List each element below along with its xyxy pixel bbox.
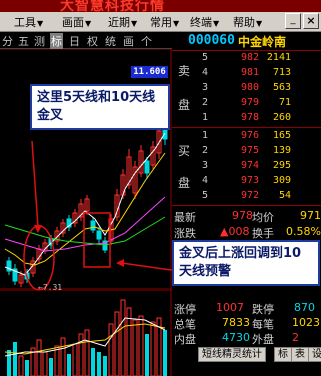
total-trades-value: 7833 — [222, 316, 250, 329]
limit-up-value: 1007 — [216, 301, 244, 314]
panel-tabs: 短线精灵统计 标 表 设 — [172, 346, 321, 362]
candle — [132, 161, 138, 199]
limit-down-value: 870 — [294, 301, 315, 314]
change-value: ▲008 — [220, 225, 250, 238]
minimize-button[interactable]: _ — [285, 13, 301, 29]
change-label: 涨跌 — [174, 227, 196, 240]
tab-short-term-stats[interactable]: 短线精灵统计 — [198, 347, 266, 362]
chart-toolbar: 分 五 测 标 日 权 统 画 个 — [0, 32, 172, 49]
avg-value: 971 — [300, 209, 321, 222]
inner-volume-label: 内盘 — [174, 333, 196, 346]
annotation-golden-cross: 这里5天线和10天线金叉 — [30, 84, 170, 130]
status-strip — [172, 362, 321, 376]
tool-mark[interactable]: 标 — [50, 33, 63, 49]
candle — [78, 199, 84, 221]
candle — [90, 217, 96, 233]
stats-row: 总笔 7833 每笔 1023 — [172, 316, 321, 331]
candles — [6, 115, 168, 287]
latest-value: 978 — [232, 209, 253, 222]
arrow-head-cross — [34, 225, 42, 233]
tool-stats[interactable]: 统 — [105, 33, 116, 49]
candle — [36, 245, 42, 263]
tool-right[interactable]: 权 — [87, 33, 98, 49]
menu-common[interactable]: 常用▼ — [150, 14, 179, 30]
total-trades-label: 总笔 — [174, 318, 196, 331]
buy-row-2[interactable]: 2 975 139 — [172, 145, 321, 159]
orderbook-divider — [172, 127, 321, 128]
candle — [72, 209, 78, 227]
outer-volume-label: 外盘 — [252, 333, 274, 346]
candle — [12, 264, 18, 285]
inner-volume-value: 4730 — [222, 331, 250, 344]
quote-row-latest: 最新 978 均价 971 — [172, 208, 321, 224]
menu-help[interactable]: 帮助▼ — [233, 14, 262, 30]
low-price-label: ←7.31 — [38, 283, 63, 292]
order-book: 卖 盘 5 982 2141 4 981 713 3 980 563 2 979 71 1 978… — [172, 50, 321, 202]
turnover-value: 0.58% — [286, 225, 321, 238]
tool-minute[interactable]: 分 — [2, 33, 13, 49]
buy-row-4[interactable]: 4 973 309 — [172, 175, 321, 189]
annotation-pullback-warning: 金叉后上涨回调到10天线预警 — [172, 240, 320, 286]
per-trade-value: 1023 — [292, 316, 320, 329]
stock-name: 中金岭南 — [238, 35, 287, 49]
quote-row-change: 涨跌 ▲008 换手 0.58% — [172, 224, 321, 240]
avg-label: 均价 — [252, 211, 274, 224]
tab-table[interactable]: 表 — [291, 347, 309, 362]
menu-screen[interactable]: 画面▼ — [62, 14, 91, 30]
latest-label: 最新 — [174, 211, 196, 224]
tool-stock[interactable]: 个 — [141, 33, 152, 49]
candle — [6, 257, 12, 275]
volume-bars — [7, 299, 167, 376]
ma30-line — [4, 216, 166, 246]
menu-bar: 工具▼ 画面▼ 近期▼ 常用▼ 终端▼ 帮助▼ _ × — [0, 12, 321, 32]
sell-row-2[interactable]: 2 979 71 — [172, 97, 321, 111]
pullback-box — [83, 212, 111, 268]
quote-divider — [172, 205, 321, 206]
sell-row-1[interactable]: 1 978 260 — [172, 112, 321, 126]
stats-row: 内盘 4730 外盘 2 — [172, 331, 321, 346]
per-trade-label: 每笔 — [252, 318, 274, 331]
candle — [138, 145, 144, 177]
turnover-label: 换手 — [252, 227, 274, 240]
tool-day[interactable]: 日 — [69, 33, 80, 49]
buy-row-1[interactable]: 1 976 165 — [172, 130, 321, 144]
tab-settings[interactable]: 设 — [308, 347, 321, 362]
limit-down-label: 跌停 — [252, 303, 274, 316]
sell-row-4[interactable]: 4 981 713 — [172, 67, 321, 81]
current-price-label: 11.606 — [131, 66, 168, 78]
tool-test[interactable]: 测 — [34, 33, 45, 49]
volume-chart — [0, 290, 172, 376]
buy-row-3[interactable]: 3 974 295 — [172, 160, 321, 174]
tool-draw[interactable]: 画 — [123, 33, 134, 49]
menu-tools[interactable]: 工具▼ — [14, 14, 43, 30]
menu-recent[interactable]: 近期▼ — [108, 14, 137, 30]
candle — [66, 215, 72, 231]
menu-terminal[interactable]: 终端▼ — [190, 14, 219, 30]
sell-row-5[interactable]: 5 982 2141 — [172, 52, 321, 66]
arrow-to-cross — [31, 140, 39, 228]
arrow-to-pullback — [121, 262, 172, 271]
close-button[interactable]: × — [303, 13, 319, 29]
sell-row-3[interactable]: 3 980 563 — [172, 82, 321, 96]
outer-volume-value: 2 — [292, 331, 299, 344]
buy-row-5[interactable]: 5 972 54 — [172, 190, 321, 204]
tab-mark[interactable]: 标 — [274, 347, 292, 362]
candle — [150, 141, 156, 169]
arrow-head-pullback — [116, 259, 124, 267]
stock-code: 000060 — [188, 33, 235, 48]
tool-five[interactable]: 五 — [18, 33, 29, 49]
candle — [60, 219, 66, 237]
stats-row: 涨停 1007 跌停 870 — [172, 301, 321, 316]
limit-up-label: 涨停 — [174, 303, 196, 316]
